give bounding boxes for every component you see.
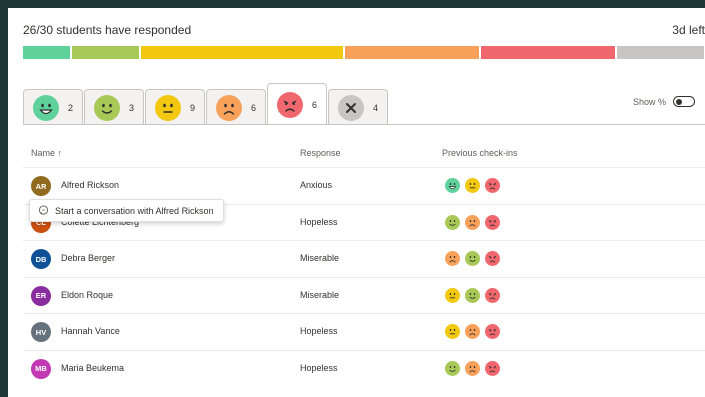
student-response: Anxious (300, 180, 333, 190)
student-response: Hopeless (300, 216, 338, 227)
tab-count: 9 (190, 102, 196, 113)
previous-checkins (445, 178, 500, 193)
close-icon (338, 94, 364, 121)
student-response: Hopeless (300, 362, 338, 373)
show-percent-control: Show % (633, 96, 695, 107)
smiling-face-icon (465, 251, 480, 266)
upset-face-icon (485, 287, 500, 303)
previous-checkins (445, 251, 500, 266)
student-name[interactable]: Eldon Roque (61, 290, 113, 300)
table-row[interactable]: HV Hannah Vance Hopeless (23, 313, 705, 349)
tab-great[interactable]: 2 (23, 89, 83, 125)
student-name[interactable]: Hannah Vance (61, 326, 120, 336)
tab-upset[interactable]: 6 (267, 83, 327, 125)
previous-checkins (445, 324, 500, 339)
student-response: Miserable (300, 253, 340, 263)
start-conversation-tooltip[interactable]: Start a conversation with Alfred Rickson (29, 199, 224, 222)
tab-count: 4 (373, 102, 379, 113)
student-name[interactable]: Alfred Rickson (61, 180, 119, 190)
progress-segment-sad (345, 46, 479, 59)
upset-face-icon (277, 91, 303, 118)
progress-segment-no-response (617, 46, 704, 59)
upset-face-icon (485, 214, 500, 230)
avatar: AR (31, 176, 51, 196)
frowning-face-icon (465, 360, 480, 376)
previous-checkins (445, 214, 500, 230)
time-left-text: 3d left (672, 23, 705, 37)
show-percent-label: Show % (632, 96, 666, 107)
table-row[interactable]: AR Alfred Rickson Anxious (23, 167, 705, 203)
frowning-face-icon (445, 251, 460, 266)
tabs-divider (23, 124, 705, 125)
smiling-face-icon (445, 214, 460, 230)
neutral-face-icon (465, 178, 480, 193)
chat-bubble-icon (38, 205, 49, 215)
table-row[interactable]: ER Eldon Roque Miserable (23, 276, 705, 313)
avatar: HV (31, 322, 51, 342)
mood-filter-tabs: 2 3 9 6 6 4 (23, 83, 389, 125)
avatar: ER (31, 285, 51, 306)
neutral-face-icon (445, 287, 460, 303)
tab-count: 3 (129, 102, 135, 113)
progress-segment-great (23, 46, 70, 59)
table-header: Name ↑ Response Previous check-ins (8, 148, 705, 162)
upset-face-icon (485, 324, 500, 339)
grinning-face-icon (445, 178, 460, 193)
frowning-face-icon (465, 214, 480, 230)
smiling-face-icon (445, 360, 460, 376)
tab-good[interactable]: 3 (84, 89, 144, 125)
progress-segment-upset (481, 46, 615, 59)
student-response: Miserable (300, 289, 340, 300)
table-row[interactable]: DB Debra Berger Miserable (23, 240, 705, 276)
upset-face-icon (485, 360, 500, 376)
neutral-face-icon (155, 94, 181, 121)
avatar: MB (31, 358, 51, 379)
response-distribution-bar (23, 46, 705, 59)
previous-checkins (445, 287, 500, 303)
smiling-face-icon (94, 94, 120, 121)
tab-count: 6 (251, 102, 257, 113)
frowning-face-icon (216, 94, 242, 121)
column-header-previous-checkins: Previous check-ins (442, 148, 518, 158)
check-in-results-panel: 26/30 students have responded 3d left 2 3… (8, 8, 705, 397)
grinning-face-icon (33, 94, 59, 121)
response-header: 26/30 students have responded 3d left (23, 23, 705, 39)
tab-sad[interactable]: 6 (206, 89, 266, 125)
student-response: Hopeless (300, 326, 338, 336)
tab-count: 2 (68, 102, 74, 113)
student-name[interactable]: Debra Berger (61, 253, 115, 263)
column-header-name[interactable]: Name ↑ (31, 148, 62, 158)
progress-segment-good (72, 46, 139, 59)
tab-okay[interactable]: 9 (145, 89, 205, 125)
smiling-face-icon (465, 287, 480, 303)
neutral-face-icon (445, 324, 460, 339)
upset-face-icon (485, 178, 500, 193)
upset-face-icon (485, 251, 500, 266)
tooltip-text: Start a conversation with Alfred Rickson (55, 205, 214, 216)
progress-segment-okay (141, 46, 343, 59)
tab-count: 6 (312, 99, 318, 110)
frowning-face-icon (465, 324, 480, 339)
table-row[interactable]: MB Maria Beukema Hopeless (23, 349, 705, 386)
responded-count-text: 26/30 students have responded (23, 23, 192, 37)
student-name[interactable]: Maria Beukema (61, 363, 124, 373)
column-header-response: Response (300, 148, 341, 158)
tab-no-response[interactable]: 4 (328, 89, 388, 125)
show-percent-toggle[interactable] (673, 96, 695, 107)
avatar: DB (31, 249, 51, 269)
previous-checkins (445, 360, 500, 376)
